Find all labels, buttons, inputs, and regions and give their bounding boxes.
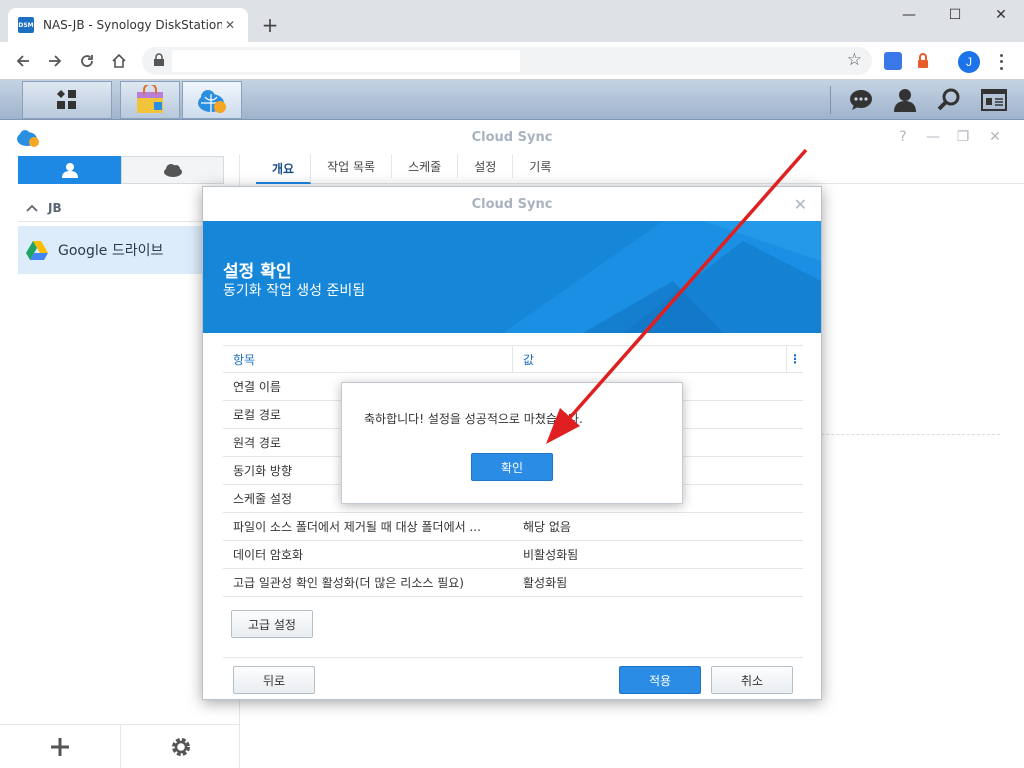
forward-arrow-icon[interactable] bbox=[42, 48, 68, 74]
success-message-box: 축하합니다! 설정을 성공적으로 마쳤습니다. 확인 bbox=[341, 382, 683, 504]
banner-title: 설정 확인 bbox=[223, 262, 292, 282]
apply-button[interactable]: 적용 bbox=[619, 666, 701, 694]
cloud-sync-icon bbox=[198, 90, 226, 113]
back-arrow-icon[interactable] bbox=[10, 48, 36, 74]
app-restore-icon[interactable]: ❐ bbox=[954, 128, 972, 146]
tab-overview[interactable]: 개요 bbox=[256, 154, 312, 184]
extension-check-icon[interactable] bbox=[884, 52, 902, 70]
tab-settings[interactable]: 설정 bbox=[458, 154, 514, 178]
add-connection-button[interactable] bbox=[0, 725, 120, 768]
plus-icon bbox=[51, 738, 69, 756]
browser-tab-title: NAS-JB - Synology DiskStation bbox=[43, 18, 222, 32]
shopping-bag-icon bbox=[137, 85, 163, 113]
tab-task-list[interactable]: 작업 목록 bbox=[311, 154, 393, 178]
banner-pattern bbox=[503, 221, 821, 333]
window-close-icon[interactable]: ✕ bbox=[978, 0, 1024, 30]
row-item: 파일이 소스 폴더에서 제거될 때 대상 폴더에서 ... bbox=[233, 520, 481, 534]
main-tabs: 개요 작업 목록 스케줄 설정 기록 bbox=[256, 154, 1024, 184]
home-icon[interactable] bbox=[106, 48, 132, 74]
cloud-icon bbox=[163, 164, 182, 177]
dsm-taskbar bbox=[0, 80, 1024, 120]
browser-menu-icon[interactable] bbox=[996, 52, 1006, 72]
column-header-item[interactable]: 항목 bbox=[223, 345, 513, 373]
dialog-title: Cloud Sync bbox=[471, 197, 553, 212]
google-drive-icon bbox=[26, 241, 48, 260]
tab-schedule[interactable]: 스케줄 bbox=[392, 154, 459, 178]
grid-menu-icon bbox=[57, 90, 76, 109]
dialog-banner: 설정 확인 동기화 작업 생성 준비됨 bbox=[203, 221, 821, 333]
maximize-icon[interactable]: ☐ bbox=[932, 0, 978, 30]
reload-icon[interactable] bbox=[74, 48, 100, 74]
minimize-icon[interactable]: — bbox=[886, 0, 932, 30]
row-value: 비활성화됨 bbox=[523, 548, 579, 562]
row-item: 데이터 암호화 bbox=[233, 548, 304, 562]
package-center-button[interactable] bbox=[120, 81, 180, 119]
table-header: 항목 값 ⋮ bbox=[223, 345, 803, 373]
sidebar-group-label: JB bbox=[48, 200, 62, 215]
tab-close-icon[interactable]: ✕ bbox=[222, 17, 238, 33]
browser-tabstrip: DSM NAS-JB - Synology DiskStation ✕ + — … bbox=[0, 0, 1024, 42]
cloud-view-toggle[interactable] bbox=[121, 156, 224, 184]
footer-divider bbox=[223, 657, 803, 658]
help-icon[interactable]: ? bbox=[894, 128, 912, 146]
sidebar-item-label: Google 드라이브 bbox=[58, 243, 164, 259]
app-close-icon[interactable]: ✕ bbox=[986, 128, 1004, 146]
profile-avatar[interactable]: J bbox=[958, 51, 980, 73]
dialog-titlebar[interactable]: Cloud Sync ✕ bbox=[203, 187, 821, 221]
success-message: 축하합니다! 설정을 성공적으로 마쳤습니다. bbox=[364, 412, 583, 426]
user-icon[interactable] bbox=[892, 87, 918, 113]
notification-chat-icon[interactable] bbox=[848, 87, 874, 113]
cloud-sync-taskbar-button[interactable] bbox=[182, 81, 242, 119]
address-bar[interactable]: ☆ bbox=[142, 47, 872, 75]
bookmark-star-icon[interactable]: ☆ bbox=[847, 50, 862, 70]
back-button[interactable]: 뒤로 bbox=[233, 666, 315, 694]
table-row: 데이터 암호화 비활성화됨 bbox=[223, 541, 803, 569]
settings-button[interactable] bbox=[120, 725, 240, 768]
tab-log[interactable]: 기록 bbox=[513, 154, 567, 178]
row-value: 활성화됨 bbox=[523, 576, 568, 590]
app-titlebar[interactable]: Cloud Sync ? — ❐ ✕ bbox=[0, 120, 1024, 154]
lock-icon bbox=[154, 53, 164, 66]
url-redacted bbox=[172, 50, 520, 72]
browser-toolbar: ☆ J bbox=[0, 42, 1024, 80]
extension-lock-icon[interactable] bbox=[914, 52, 932, 70]
chevron-up-icon bbox=[26, 201, 38, 215]
new-tab-button[interactable]: + bbox=[258, 13, 282, 37]
banner-subtitle: 동기화 작업 생성 준비됨 bbox=[223, 283, 366, 299]
column-menu-icon[interactable]: ⋮ bbox=[787, 352, 803, 366]
dialog-close-icon[interactable]: ✕ bbox=[794, 195, 807, 214]
user-icon bbox=[61, 163, 78, 178]
search-icon[interactable] bbox=[936, 87, 962, 113]
row-value: 해당 없음 bbox=[523, 520, 571, 534]
user-view-toggle[interactable] bbox=[18, 156, 121, 184]
sidebar-footer bbox=[0, 724, 240, 768]
widgets-icon[interactable] bbox=[980, 87, 1008, 113]
column-header-value[interactable]: 값 bbox=[513, 345, 787, 373]
gear-icon bbox=[171, 738, 190, 756]
row-item: 고급 일관성 확인 활성화(더 많은 리소스 필요) bbox=[233, 576, 464, 590]
advanced-settings-button[interactable]: 고급 설정 bbox=[231, 610, 313, 638]
app-title: Cloud Sync bbox=[471, 130, 553, 145]
app-minimize-icon[interactable]: — bbox=[924, 128, 942, 146]
ok-button[interactable]: 확인 bbox=[471, 453, 553, 481]
table-row: 고급 일관성 확인 활성화(더 많은 리소스 필요) 활성화됨 bbox=[223, 569, 803, 597]
table-row: 파일이 소스 폴더에서 제거될 때 대상 폴더에서 ... 해당 없음 bbox=[223, 513, 803, 541]
main-menu-button[interactable] bbox=[22, 81, 112, 119]
cancel-button[interactable]: 취소 bbox=[711, 666, 793, 694]
dsm-favicon-icon: DSM bbox=[18, 17, 34, 33]
browser-tab[interactable]: DSM NAS-JB - Synology DiskStation ✕ bbox=[8, 8, 248, 42]
taskbar-separator bbox=[830, 86, 831, 114]
